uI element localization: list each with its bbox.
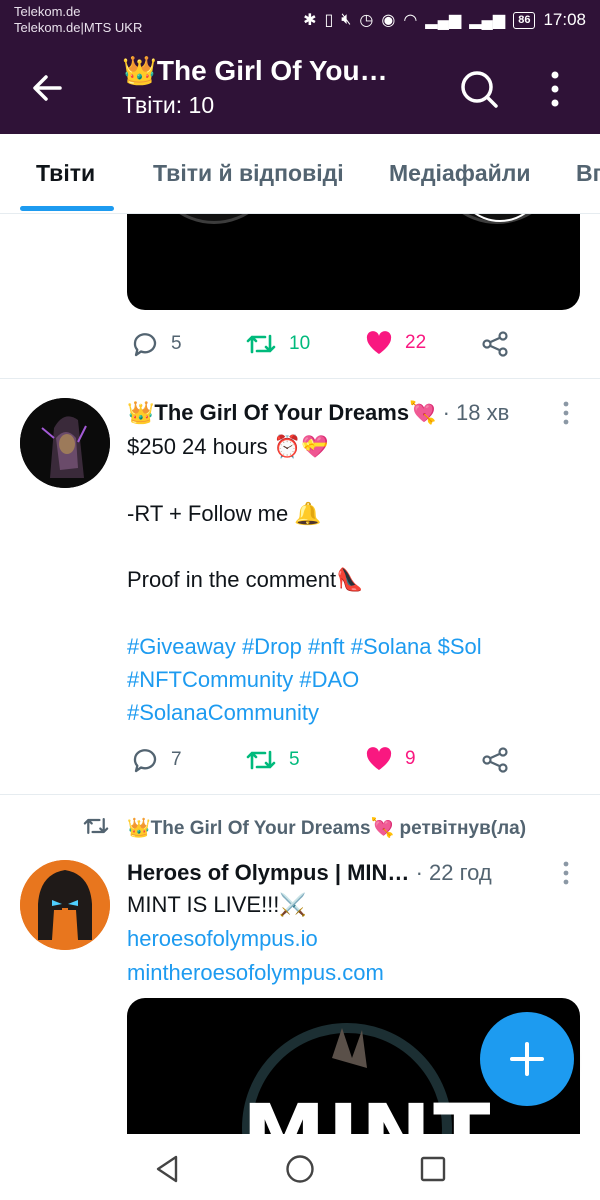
carrier-line-2: Telekom.de|MTS UKR	[14, 20, 143, 35]
back-arrow-icon[interactable]	[28, 68, 68, 108]
reply-button[interactable]: 5	[131, 330, 182, 358]
reply-icon	[133, 333, 157, 357]
eye-icon: ◉	[381, 12, 396, 29]
reply-count: 5	[171, 333, 182, 354]
profile-tabs: Твіти Твіти й відповіді Медіафайли Вп	[0, 134, 600, 214]
tweet-count: Твіти: 10	[122, 92, 215, 118]
tweet-media-image[interactable]	[127, 214, 580, 310]
active-tab-indicator	[20, 206, 114, 211]
hashtag-line[interactable]: #Giveaway #Drop #nft #Solana $Sol	[127, 634, 482, 660]
nav-home-icon[interactable]	[283, 1152, 317, 1186]
tweet-link[interactable]: mintheroesofolympus.com	[127, 960, 384, 986]
search-icon[interactable]	[458, 68, 500, 110]
author-name[interactable]: 👑The Girl Of Your Dreams💘	[127, 400, 436, 425]
vibrate-icon: ▯	[324, 12, 334, 29]
reply-count: 7	[171, 749, 182, 770]
reply-icon	[133, 749, 157, 773]
author-name[interactable]: Heroes of Olympus | MIN…	[127, 860, 409, 885]
tweet-time: · 22 год	[415, 860, 492, 885]
tweet-header: 👑The Girl Of Your Dreams💘 · 18 хв	[127, 400, 509, 426]
reply-button[interactable]: 7	[131, 746, 182, 774]
wifi-icon: ◠	[403, 12, 418, 29]
retweet-button[interactable]: 5	[245, 746, 300, 774]
profile-title: 👑The Girl Of You…	[122, 55, 388, 86]
alarm-icon: ◷	[359, 12, 374, 29]
signal-icon-2: ▂▄▆	[469, 12, 506, 29]
retweeted-by-label[interactable]: 👑The Girl Of Your Dreams💘 ретвітнув(ла)	[127, 816, 526, 840]
avatar[interactable]	[20, 398, 110, 488]
hashtag-line[interactable]: #NFTCommunity #DAO	[127, 667, 359, 693]
more-options-icon[interactable]	[540, 68, 570, 110]
tweet-options-icon[interactable]	[560, 860, 572, 890]
like-button[interactable]: 9	[365, 746, 416, 772]
retweet-button[interactable]: 10	[245, 330, 310, 358]
tweet-text-line: Proof in the comment👠	[127, 567, 364, 592]
like-count: 22	[405, 332, 427, 353]
avatar-image	[20, 398, 110, 488]
tweet-time: · 18 хв	[442, 400, 510, 425]
tab-media[interactable]: Медіафайли	[389, 160, 531, 187]
tweet-actions: 7 5 9	[127, 746, 527, 776]
tab-tweets[interactable]: Твіти	[36, 160, 95, 187]
media-circle-left	[149, 214, 279, 224]
tweet-divider	[0, 378, 600, 379]
tweet-divider	[0, 794, 600, 795]
tweet-link[interactable]: heroesofolympus.io	[127, 926, 318, 952]
bluetooth-icon: ✱	[303, 12, 317, 29]
clock: 17:08	[543, 10, 586, 29]
tweet-text-line: -RT + Follow me 🔔	[127, 501, 322, 526]
signal-icon-1: ▂▄▆	[425, 12, 462, 29]
carrier-info: Telekom.de Telekom.de|MTS UKR	[14, 4, 142, 36]
avatar[interactable]	[20, 860, 110, 950]
media-circle-right	[432, 214, 562, 224]
share-button[interactable]	[481, 330, 509, 358]
compose-tweet-button[interactable]	[480, 1012, 574, 1106]
retweet-count: 5	[289, 749, 300, 770]
system-navigation-bar	[0, 1134, 600, 1200]
profile-header: 👑The Girl Of You… Твіти: 10	[0, 44, 600, 134]
tweet-text-line: MINT IS LIVE!!!⚔️	[127, 892, 307, 917]
media-logo-ring	[455, 214, 545, 222]
like-count: 9	[405, 748, 416, 769]
plus-icon	[510, 1042, 544, 1076]
tab-likes[interactable]: Вп	[576, 160, 600, 187]
heart-icon	[366, 747, 392, 770]
mute-icon: 🔇︎	[341, 11, 352, 28]
carrier-line-1: Telekom.de	[14, 4, 81, 19]
like-button[interactable]: 22	[365, 330, 426, 356]
retweeted-icon	[83, 818, 109, 834]
avatar-image	[20, 860, 110, 950]
retweet-icon	[246, 750, 276, 770]
heart-icon	[366, 331, 392, 354]
tweet-text-line: $250 24 hours ⏰💝	[127, 434, 329, 459]
status-bar: Telekom.de Telekom.de|MTS UKR ✱ ▯ 🔇︎ ◷ ◉…	[0, 0, 600, 44]
nav-back-icon[interactable]	[150, 1152, 184, 1186]
retweet-icon	[246, 334, 276, 354]
share-icon	[482, 747, 508, 773]
share-button[interactable]	[481, 746, 509, 774]
nav-recents-icon[interactable]	[416, 1152, 450, 1186]
tweet-header: Heroes of Olympus | MIN… · 22 год	[127, 860, 492, 886]
status-icons: ✱ ▯ 🔇︎ ◷ ◉ ◠ ▂▄▆ ▂▄▆ 86 17:08	[303, 10, 586, 30]
hashtag-line[interactable]: #SolanaCommunity	[127, 700, 319, 726]
tweet-options-icon[interactable]	[560, 400, 572, 430]
tweet-feed[interactable]: 5 10 22 👑The Girl Of Your Dreams💘 · 18 х…	[0, 214, 600, 1134]
tweet-actions: 5 10 22	[127, 330, 527, 360]
media-mint-text: MINT	[242, 1086, 492, 1134]
battery-indicator: 86	[513, 11, 536, 29]
tab-tweets-and-replies[interactable]: Твіти й відповіді	[153, 160, 344, 187]
share-icon	[482, 331, 508, 357]
retweet-count: 10	[289, 333, 311, 354]
